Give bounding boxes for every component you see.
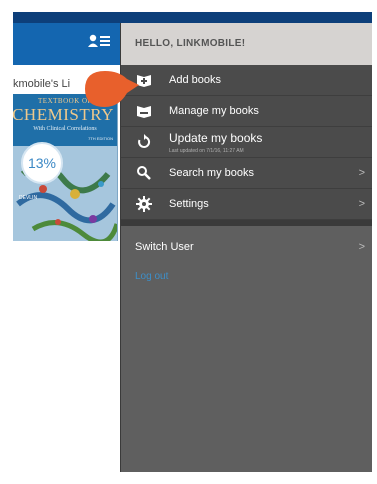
menu-item-search-books[interactable]: Search my books > [121,158,372,189]
switch-user-label: Switch User [135,241,194,253]
greeting-header: HELLO, LINKMOBILE! [121,23,372,65]
chevron-right-icon: > [358,198,365,210]
pointer-arrow-icon [85,71,139,107]
menu-item-add-books[interactable]: Add books [121,65,372,96]
gear-icon [136,196,152,212]
drawer-menu: Add books Manage my books Update my book… [121,65,372,226]
reading-progress-badge: 13% [21,142,63,184]
menu-item-label: Update my books [169,131,263,145]
menu-item-label: Add books [169,74,221,86]
status-bar [13,12,372,23]
last-updated-text: Last updated on 7/1/16, 11:27 AM [169,148,244,154]
refresh-icon [138,134,151,148]
user-menu-icon[interactable] [88,34,110,48]
menu-item-label: Manage my books [169,105,259,117]
chevron-right-icon: > [358,167,365,179]
menu-item-update-books[interactable]: Update my books Last updated on 7/1/16, … [121,127,372,158]
chevron-right-icon: > [358,241,365,253]
menu-divider [121,220,372,226]
menu-item-label: Search my books [169,167,254,179]
menu-item-settings[interactable]: Settings > [121,189,372,220]
account-section: Switch User > Log out [121,233,372,282]
navigation-drawer: HELLO, LINKMOBILE! Add books Manage my b… [120,23,372,472]
search-icon [137,166,151,180]
book-subtitle: With Clinical Correlations [33,126,97,132]
book-author: DEVLIN [19,195,38,201]
menu-item-label: Settings [169,198,209,210]
app-frame: kmobile's Li TEXTBOOK OF CHEMISTRY With … [13,12,372,472]
greeting-text: HELLO, LINKMOBILE! [135,38,246,49]
switch-user-button[interactable]: Switch User > [121,233,372,263]
logout-link[interactable]: Log out [135,271,168,282]
book-edition: 7TH EDITION [88,136,113,141]
menu-item-manage-books[interactable]: Manage my books [121,96,372,127]
